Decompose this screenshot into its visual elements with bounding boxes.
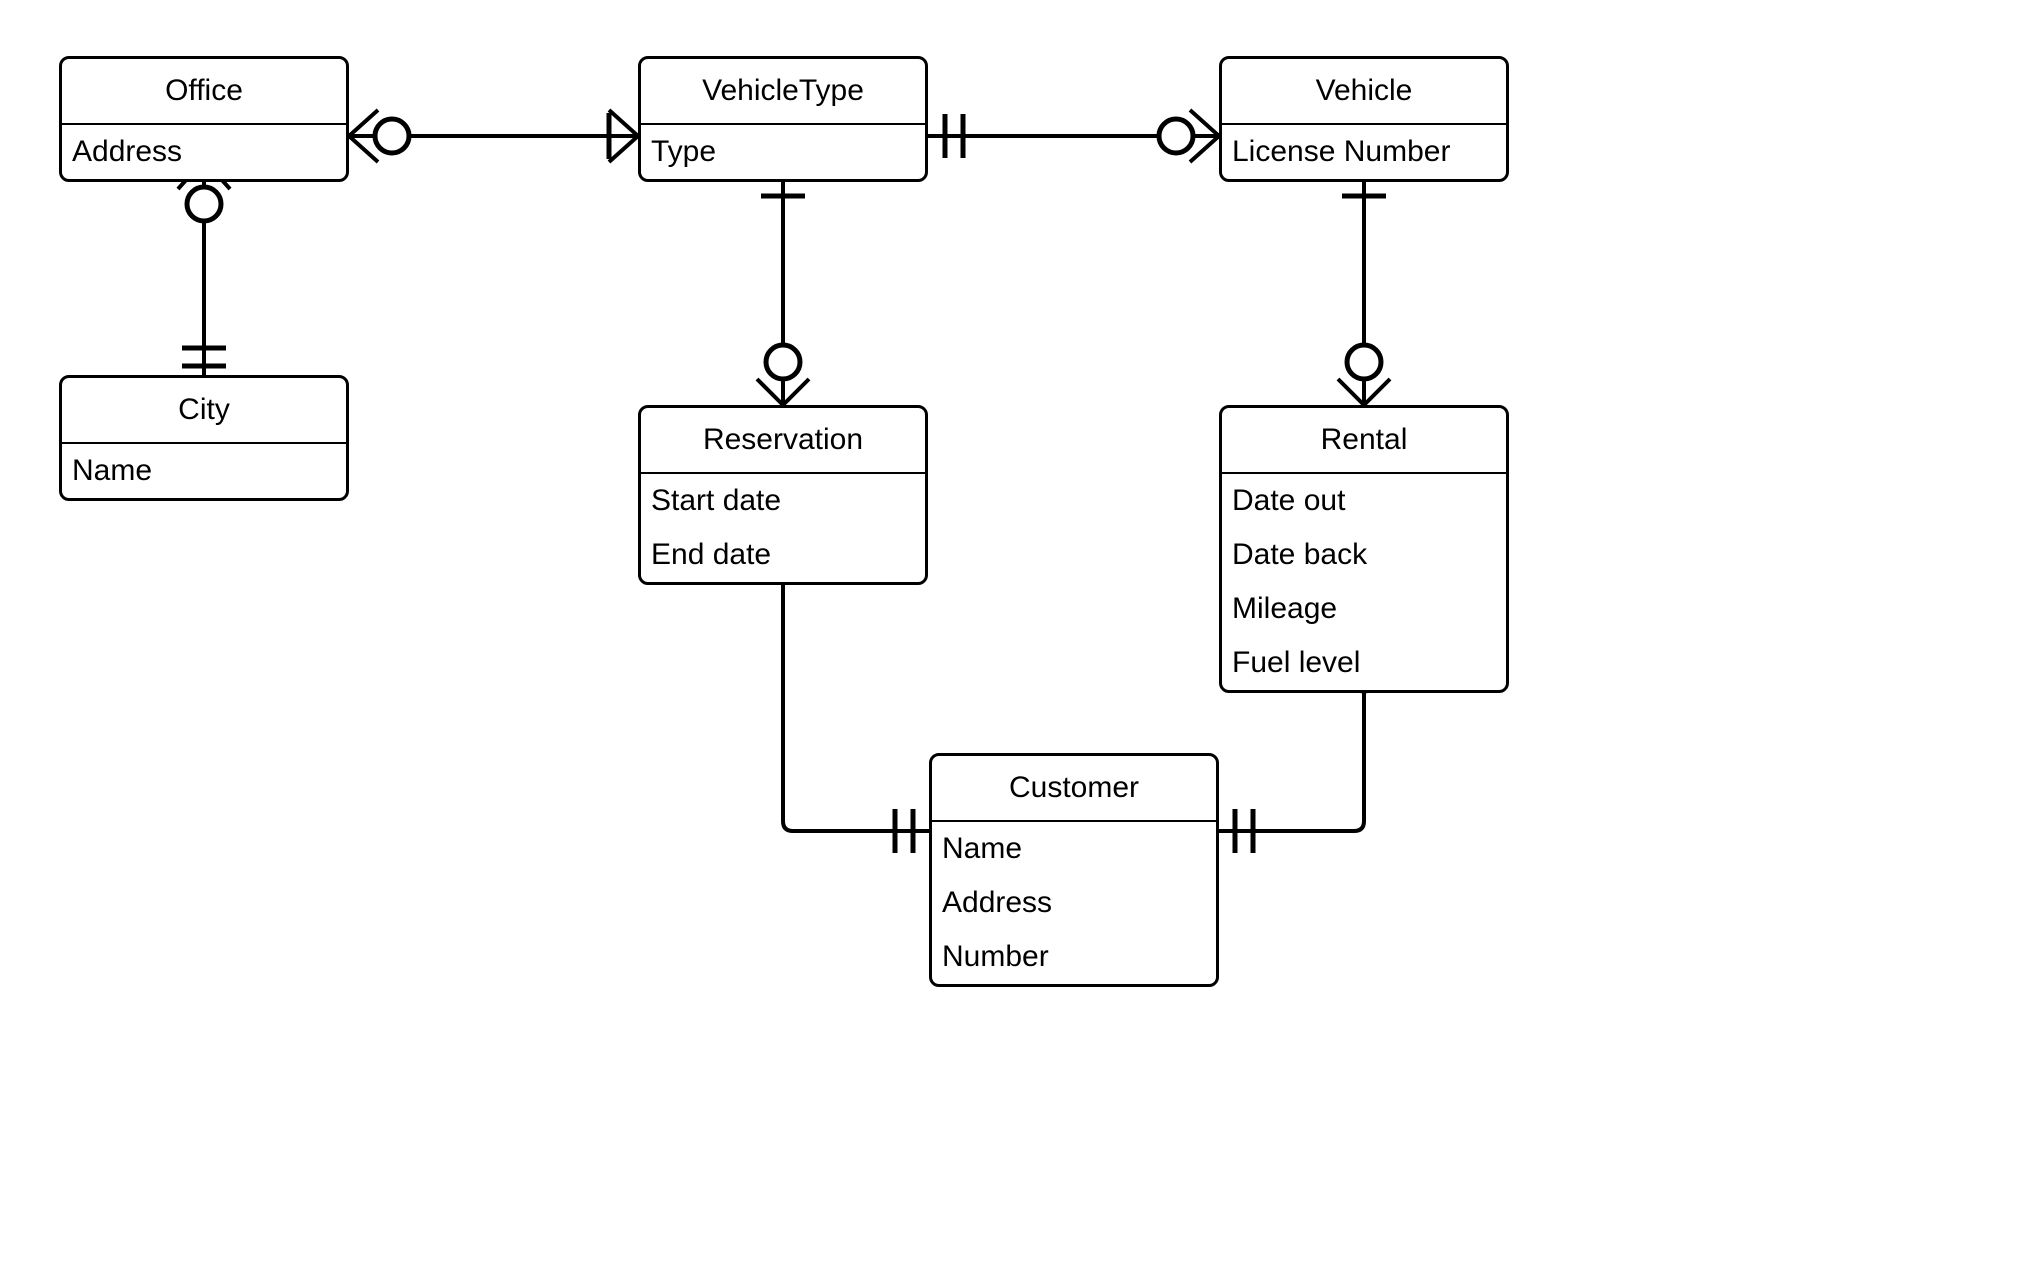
entity-vehicletype-title: VehicleType (641, 59, 925, 125)
entity-rental[interactable]: Rental Date out Date back Mileage Fuel l… (1219, 405, 1509, 693)
entity-reservation-title: Reservation (641, 408, 925, 474)
attribute-vehicle-license-number: License Number (1232, 135, 1451, 168)
entity-customer[interactable]: Customer Name Address Number (929, 753, 1219, 987)
entity-vehicle-title: Vehicle (1222, 59, 1506, 125)
attribute-office-address: Address (72, 135, 183, 168)
marker-office-zero-or-many (347, 108, 412, 164)
entity-city-title: City (62, 378, 346, 444)
entity-office[interactable]: Office Address (59, 56, 349, 182)
entity-city[interactable]: City Name (59, 375, 349, 501)
attribute-reservation-end-date: End date (651, 538, 772, 571)
attribute-rental-mileage: Mileage (1232, 592, 1338, 625)
attribute-rental-date-back: Date back (1232, 538, 1368, 571)
relationship-lines-layer (176, 108, 1392, 853)
entity-customer-title: Customer (932, 756, 1216, 822)
er-diagram-canvas: Office Address VehicleType Type Vehicle … (0, 0, 2025, 1288)
marker-vehicle-zero-or-many (1156, 108, 1221, 164)
entity-vehicle[interactable]: Vehicle License Number (1219, 56, 1509, 182)
attribute-vehicletype-type: Type (651, 135, 717, 168)
entity-city-attributes: Name (62, 444, 346, 498)
entity-office-title: Office (62, 59, 346, 125)
entity-reservation-attributes: Start date End date (641, 474, 925, 582)
attribute-customer-address: Address (942, 886, 1053, 919)
entity-vehicletype[interactable]: VehicleType Type (638, 56, 928, 182)
entity-rental-title: Rental (1222, 408, 1506, 474)
attribute-reservation-start-date: Start date (651, 484, 782, 517)
marker-vehicletype-one-or-many (606, 108, 640, 164)
entity-customer-attributes: Name Address Number (932, 822, 1216, 984)
entity-vehicle-attributes: License Number (1222, 125, 1506, 179)
entity-reservation[interactable]: Reservation Start date End date (638, 405, 928, 585)
line-reservation-customer (781, 551, 929, 833)
entity-rental-attributes: Date out Date back Mileage Fuel level (1222, 474, 1506, 690)
attribute-rental-fuel-level: Fuel level (1232, 646, 1361, 679)
marker-rental-zero-or-many (1336, 342, 1392, 407)
attribute-rental-date-out: Date out (1232, 484, 1346, 517)
attribute-city-name: Name (72, 454, 153, 487)
marker-reservation-zero-or-many (755, 342, 811, 407)
entity-vehicletype-attributes: Type (641, 125, 925, 179)
attribute-customer-name: Name (942, 832, 1023, 865)
entity-office-attributes: Address (62, 125, 346, 179)
attribute-customer-number: Number (942, 940, 1049, 973)
